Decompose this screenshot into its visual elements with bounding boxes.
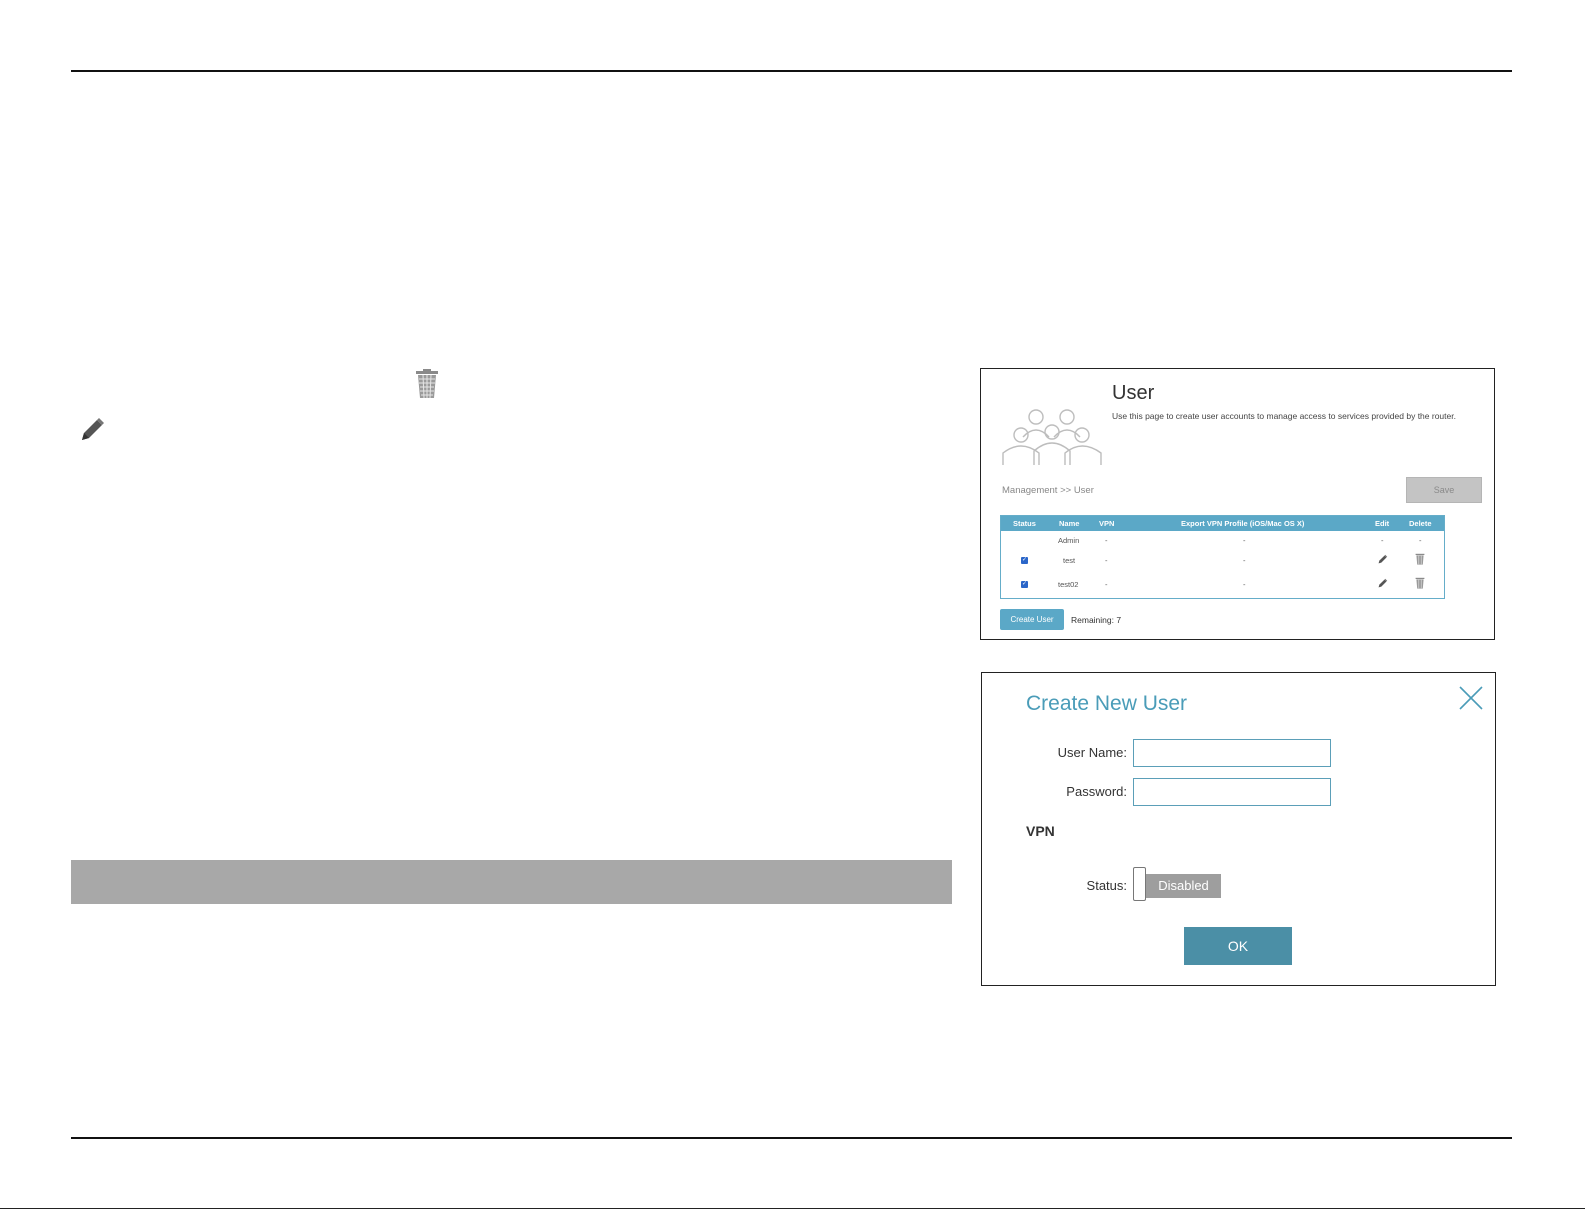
status-checkbox[interactable]: ✓ [1021, 581, 1028, 588]
page-description: Use this page to create user accounts to… [1112, 411, 1456, 421]
column-header-vpn: VPN [1099, 519, 1115, 528]
row-name: Admin [1058, 536, 1080, 545]
page-title: User [1112, 382, 1155, 404]
close-icon[interactable] [1458, 685, 1484, 711]
create-user-dialog: Create New User User Name: Password: VPN… [981, 672, 1496, 986]
users-group-icon [1002, 409, 1102, 465]
toggle-state-text: Disabled [1146, 874, 1221, 898]
username-input[interactable] [1133, 739, 1331, 767]
row-name: test02 [1058, 580, 1079, 589]
row-export: - [1243, 536, 1246, 545]
vpn-section-heading: VPN [1026, 823, 1055, 839]
column-header-status: Status [1013, 519, 1036, 528]
create-user-button[interactable]: Create User [1000, 609, 1064, 630]
table-header: Status Name VPN Export VPN Profile (iOS/… [1001, 516, 1444, 531]
save-button[interactable]: Save [1406, 477, 1482, 503]
row-edit: - [1381, 536, 1384, 545]
column-header-delete: Delete [1409, 519, 1432, 528]
manual-page: User Use this page to create user accoun… [0, 0, 1585, 1225]
toggle-knob[interactable] [1133, 867, 1146, 901]
row-export: - [1243, 580, 1246, 589]
remaining-count: Remaining: 7 [1071, 615, 1122, 625]
column-header-name: Name [1059, 519, 1080, 528]
status-label: Status: [1086, 878, 1127, 893]
row-vpn: - [1105, 556, 1108, 565]
trash-icon [416, 369, 438, 399]
vpn-status-toggle[interactable]: Disabled [1133, 867, 1222, 901]
page-edge-line [0, 1208, 1585, 1209]
row-vpn: - [1105, 536, 1108, 545]
user-page-screenshot: User Use this page to create user accoun… [980, 368, 1495, 640]
users-table: Status Name VPN Export VPN Profile (iOS/… [1000, 515, 1445, 599]
row-delete: - [1419, 536, 1422, 545]
column-header-export: Export VPN Profile (iOS/Mac OS X) [1181, 519, 1305, 528]
trash-icon[interactable] [1415, 577, 1425, 589]
breadcrumb: Management >> User [1002, 485, 1094, 496]
password-input[interactable] [1133, 778, 1331, 806]
status-checkbox[interactable]: ✓ [1021, 557, 1028, 564]
ok-button[interactable]: OK [1184, 927, 1292, 965]
pencil-icon [82, 418, 104, 440]
top-rule [71, 70, 1512, 72]
column-header-edit: Edit [1375, 519, 1390, 528]
row-vpn: - [1105, 580, 1108, 589]
row-name: test [1063, 556, 1076, 565]
password-label: Password: [1066, 784, 1127, 799]
row-export: - [1243, 556, 1246, 565]
pencil-icon[interactable] [1377, 578, 1388, 589]
username-label: User Name: [1057, 745, 1127, 760]
section-header-band [71, 860, 952, 904]
bottom-rule [71, 1137, 1512, 1139]
trash-icon[interactable] [1415, 553, 1425, 565]
pencil-icon[interactable] [1377, 554, 1388, 565]
dialog-title: Create New User [1026, 692, 1188, 715]
